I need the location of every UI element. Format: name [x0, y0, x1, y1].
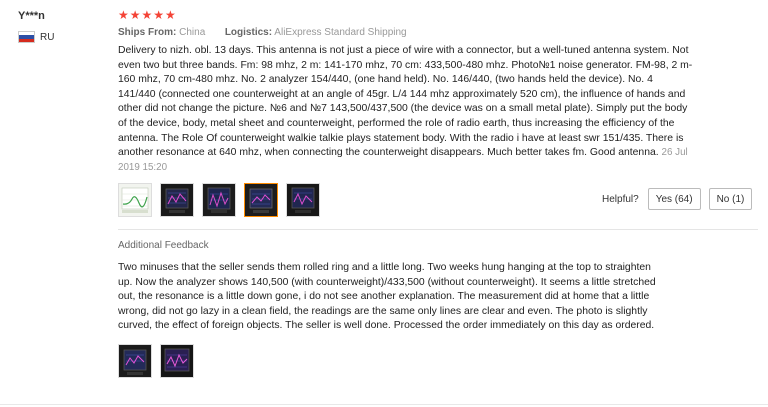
review-photo-thumbnail[interactable]	[160, 183, 194, 218]
logistics-label: Logistics:	[224, 27, 273, 38]
review-photo-thumbnail-selected[interactable]	[244, 183, 278, 218]
ships-from-label: Ships From:	[118, 27, 177, 38]
shipping-info: Ships From: China Logistics: AliExpress …	[118, 27, 758, 38]
divider	[118, 229, 758, 230]
review: ★★★★★ Ships From: China Logistics: AliEx…	[118, 8, 758, 218]
additional-feedback: Additional Feedback Two minuses that the…	[118, 240, 758, 378]
additional-photo-thumbnail[interactable]	[118, 343, 152, 378]
country-code: RU	[40, 31, 55, 43]
review-photo-thumbnail[interactable]	[202, 183, 236, 218]
reviewer-country: RU	[18, 31, 54, 43]
helpful-no-button[interactable]: No (1)	[708, 188, 753, 210]
helpful-vote: Helpful? Yes (64) No (1)	[602, 188, 760, 210]
additional-feedback-photos	[118, 343, 758, 378]
bottom-divider	[0, 404, 768, 405]
additional-feedback-title: Additional Feedback	[118, 240, 209, 251]
star-rating: ★★★★★	[118, 8, 177, 22]
review-photo-thumbnail[interactable]	[118, 183, 152, 218]
additional-photo-thumbnail[interactable]	[160, 343, 194, 378]
helpful-yes-button[interactable]: Yes (64)	[647, 188, 701, 210]
additional-feedback-text: Two minuses that the seller sends them r…	[118, 262, 656, 332]
helpful-label: Helpful?	[602, 193, 639, 205]
review-text: Delivery to nizh. obl. 13 days. This ant…	[118, 45, 693, 159]
review-text-block: Delivery to nizh. obl. 13 days. This ant…	[118, 44, 693, 175]
ships-from-value: China	[179, 27, 206, 38]
reviewer-name: Y***n	[18, 10, 45, 22]
review-photo-thumbnail[interactable]	[286, 183, 320, 218]
russia-flag-icon	[18, 31, 35, 43]
reviewer-info: Y***n RU	[18, 10, 54, 43]
logistics-value: AliExpress Standard Shipping	[274, 27, 407, 38]
